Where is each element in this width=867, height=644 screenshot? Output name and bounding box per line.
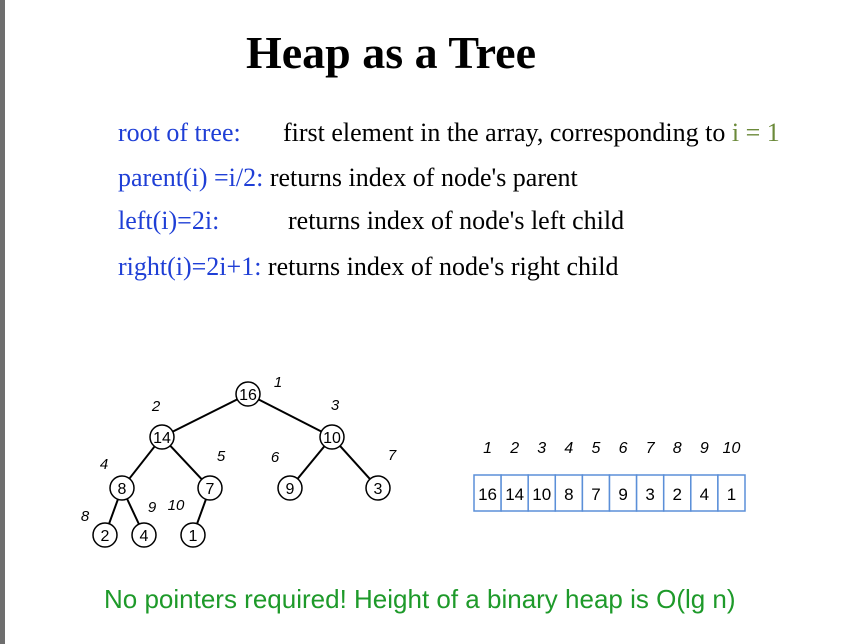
array-cell-value: 16	[478, 485, 497, 504]
array-cell: 8	[554, 474, 584, 512]
array-cell-value: 7	[591, 485, 600, 504]
array-index-label: 5	[591, 440, 600, 457]
array-cell: 4	[690, 474, 719, 512]
array-index-label: 7	[646, 440, 656, 457]
array-index-label: 10	[723, 440, 741, 457]
array-cell-value: 10	[532, 485, 551, 504]
array-cell: 2	[662, 474, 692, 512]
array-cell-value: 1	[727, 485, 736, 504]
array-cell: 1	[717, 474, 746, 512]
array-cell-value: 4	[700, 485, 709, 504]
array-index-label: 4	[564, 440, 573, 457]
array-cell-value: 2	[673, 485, 682, 504]
array-cell: 3	[635, 474, 665, 512]
array-cell-value: 8	[564, 485, 573, 504]
array-cell: 10	[527, 474, 557, 512]
array-cell: 9	[608, 474, 638, 512]
array-cell-value: 9	[618, 485, 627, 504]
array-index-label: 1	[483, 440, 492, 457]
array-index-label: 8	[673, 440, 682, 457]
array-cell-value: 14	[505, 485, 524, 504]
array-index-label: 6	[619, 440, 628, 457]
array-cell: 14	[500, 474, 529, 512]
array-cell: 7	[581, 474, 611, 512]
array-index-label: 9	[700, 440, 709, 457]
slide-footer: No pointers required! Height of a binary…	[104, 584, 736, 614]
heap-array-diagram: 1 2 3 4 5 6 7 8 9 10 16 14 10 8 7 9 3 2 4 1	[473, 440, 746, 512]
array-index-label: 3	[537, 440, 546, 457]
array-index-label: 2	[509, 440, 519, 457]
array-cell: 16	[473, 474, 502, 512]
array-cell-value: 3	[645, 485, 654, 504]
